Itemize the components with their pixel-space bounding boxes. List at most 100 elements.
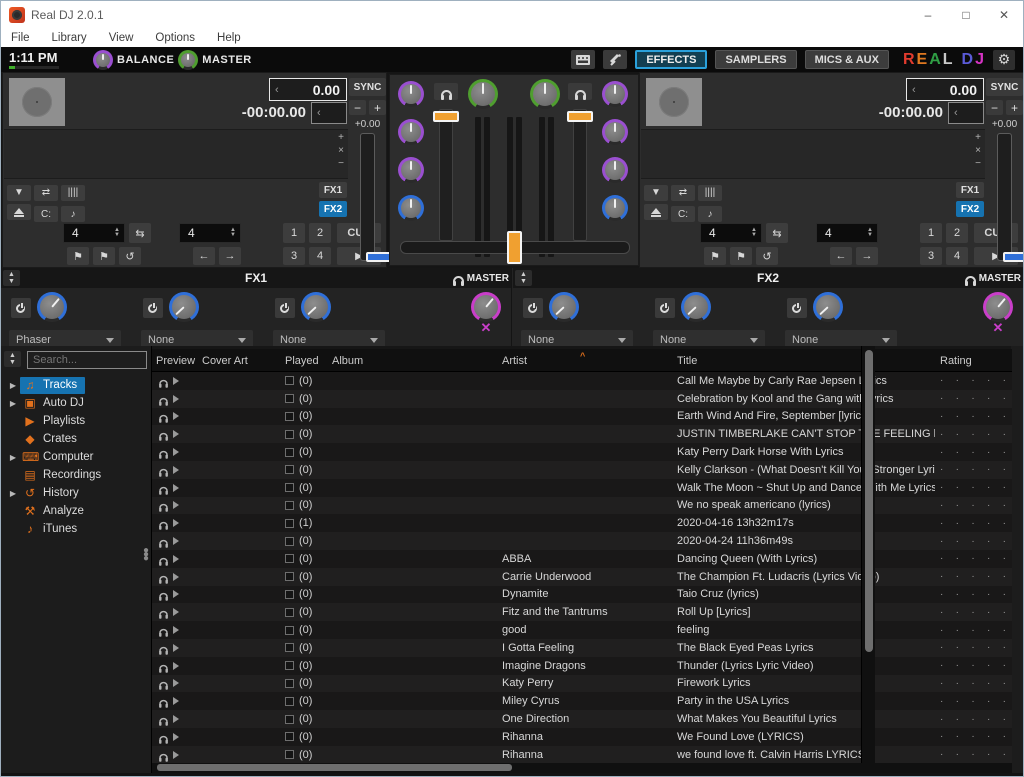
beatjump-forward-icon[interactable]: → xyxy=(219,247,241,265)
crossfader-handle[interactable] xyxy=(507,231,522,264)
rate-up-button[interactable]: + xyxy=(1006,100,1023,115)
deck1-cover-art[interactable] xyxy=(9,78,65,126)
loop-out-icon[interactable]: ⚑ xyxy=(93,247,115,265)
deck2-hotcue-4[interactable]: 4 xyxy=(946,247,968,265)
pitch-slider-handle[interactable] xyxy=(1003,252,1024,262)
deck1-waveform[interactable]: + × − xyxy=(4,129,348,179)
col-rating[interactable]: Rating xyxy=(940,349,972,372)
preview-headphone-icon[interactable] xyxy=(159,664,168,670)
sidebar-item[interactable]: ▶ ⚒ Analyze xyxy=(1,502,151,520)
fx1-slot1-meta-knob[interactable] xyxy=(37,292,67,322)
fx1-slot3-meta-knob[interactable] xyxy=(301,292,331,322)
loop-out-icon[interactable]: ⚑ xyxy=(730,247,752,265)
reloop-icon[interactable]: ↺ xyxy=(756,247,778,265)
rating-cell[interactable]: ····· xyxy=(940,675,1010,693)
deck1-bpm-display[interactable]: ‹ 0.00 xyxy=(269,78,347,101)
sidebar-item[interactable]: ▶ ▶ Playlists xyxy=(1,412,151,430)
rating-cell[interactable]: ····· xyxy=(940,461,1010,479)
preview-headphone-icon[interactable] xyxy=(159,647,168,653)
preview-play-icon[interactable] xyxy=(173,555,179,563)
minimize-button[interactable]: – xyxy=(909,1,947,29)
played-checkbox[interactable] xyxy=(285,448,294,457)
fx1-master-label[interactable]: MASTER xyxy=(467,273,509,284)
deck1-loop-size-spinner[interactable]: 4▲▼ xyxy=(63,223,125,243)
deck1-headphone-cue-button[interactable] xyxy=(434,83,458,100)
deck2-fx1-assign[interactable]: FX1 xyxy=(956,182,984,198)
rating-cell[interactable]: ····· xyxy=(940,728,1010,746)
table-row[interactable]: (0) Miley Cyrus Party in the USA Lyrics … xyxy=(152,692,1012,710)
deck1-hotcue-4[interactable]: 4 xyxy=(309,247,331,265)
played-checkbox[interactable] xyxy=(285,394,294,403)
zoom-in-button[interactable]: + xyxy=(338,132,344,144)
deck1-filter-knob[interactable] xyxy=(398,195,424,221)
preview-play-icon[interactable] xyxy=(173,484,179,492)
table-row[interactable]: (1) 2020-04-16 13h32m17s ····· xyxy=(152,514,1012,532)
preview-headphone-icon[interactable] xyxy=(159,629,168,635)
deck2-bpm-display[interactable]: ‹ 0.00 xyxy=(906,78,984,101)
sidebar-item[interactable]: ▶ ⌨ Computer xyxy=(1,448,151,466)
beatgrid-icon[interactable]: |||| xyxy=(61,185,85,201)
menu-library[interactable]: Library xyxy=(52,32,87,44)
search-input[interactable] xyxy=(27,351,147,369)
table-row[interactable]: (0) Rihanna We Found Love (LYRICS) ····· xyxy=(152,728,1012,746)
col-artist[interactable]: Artist xyxy=(502,349,527,372)
reloop-icon[interactable]: ↺ xyxy=(119,247,141,265)
played-checkbox[interactable] xyxy=(285,430,294,439)
deck2-volume-fader[interactable] xyxy=(573,109,587,241)
sidebar-item[interactable]: ▶ ▣ Auto DJ xyxy=(1,394,151,412)
deck2-headphone-cue-button[interactable] xyxy=(568,83,592,100)
deck1-eq-high-knob[interactable] xyxy=(398,81,424,107)
preview-play-icon[interactable] xyxy=(173,537,179,545)
menu-view[interactable]: View xyxy=(109,32,134,44)
expand-arrow-icon[interactable]: ▶ xyxy=(6,399,20,408)
deck1-volume-fader[interactable] xyxy=(439,109,453,241)
bpm-expand-icon[interactable]: ‹ xyxy=(912,84,916,96)
fx-mix-mode-icon[interactable]: ✕ xyxy=(469,322,503,334)
table-row[interactable]: (0) Katy Perry Firework Lyrics ····· xyxy=(152,675,1012,693)
played-checkbox[interactable] xyxy=(285,626,294,635)
rating-cell[interactable]: ····· xyxy=(940,408,1010,426)
table-row[interactable]: (0) ABBA Dancing Queen (With Lyrics) ···… xyxy=(152,550,1012,568)
rate-down-button[interactable]: − xyxy=(986,100,1003,115)
deck2-gain-knob[interactable] xyxy=(530,79,560,109)
fx2-slot3-meta-knob[interactable] xyxy=(813,292,843,322)
fx1-mix-knob[interactable]: ✕ xyxy=(469,292,503,334)
table-row[interactable]: (0) JUSTIN TIMBERLAKE CAN'T STOP THE FEE… xyxy=(152,425,1012,443)
sidebar-item[interactable]: ▶ ◆ Crates xyxy=(1,430,151,448)
rating-cell[interactable]: ····· xyxy=(940,443,1010,461)
played-checkbox[interactable] xyxy=(285,679,294,688)
menu-options[interactable]: Options xyxy=(155,32,195,44)
fx2-master-label[interactable]: MASTER xyxy=(979,273,1021,284)
power-icon[interactable] xyxy=(275,298,295,318)
table-row[interactable]: (0) Earth Wind And Fire, September [lyri… xyxy=(152,408,1012,426)
played-checkbox[interactable] xyxy=(285,376,294,385)
rating-cell[interactable]: ····· xyxy=(940,390,1010,408)
table-row[interactable]: (0) Rihanna we found love ft. Calvin Har… xyxy=(152,746,1012,763)
deck1-hotcue-2[interactable]: 2 xyxy=(309,223,331,243)
power-icon[interactable] xyxy=(143,298,163,318)
samplers-toggle[interactable]: SAMPLERS xyxy=(715,50,796,69)
passthrough-icon[interactable]: ▼ xyxy=(7,185,31,201)
preview-headphone-icon[interactable] xyxy=(159,558,168,564)
fx2-slot1-meta-knob[interactable] xyxy=(549,292,579,322)
table-row[interactable]: (0) Kelly Clarkson - (What Doesn't Kill … xyxy=(152,461,1012,479)
zoom-reset-button[interactable]: × xyxy=(975,145,981,157)
rating-cell[interactable]: ····· xyxy=(940,621,1010,639)
played-checkbox[interactable] xyxy=(285,465,294,474)
played-checkbox[interactable] xyxy=(285,519,294,528)
pane-splitter-handle[interactable]: ●●● xyxy=(143,549,149,561)
played-checkbox[interactable] xyxy=(285,483,294,492)
preview-play-icon[interactable] xyxy=(173,412,179,420)
played-checkbox[interactable] xyxy=(285,697,294,706)
expand-arrow-icon[interactable]: ▶ xyxy=(6,489,20,498)
table-row[interactable]: (0) Call Me Maybe by Carly Rae Jepsen Ly… xyxy=(152,372,1012,390)
table-row[interactable]: (0) Fitz and the Tantrums Roll Up [Lyric… xyxy=(152,603,1012,621)
preview-headphone-icon[interactable] xyxy=(159,753,168,759)
skin-icon[interactable] xyxy=(571,50,595,69)
passthrough-icon[interactable]: ▼ xyxy=(644,185,668,201)
loop-toggle-icon[interactable]: ⇆ xyxy=(129,223,151,243)
power-icon[interactable] xyxy=(787,298,807,318)
deck2-pitch-slider[interactable] xyxy=(997,133,1012,261)
sidebar-item[interactable]: ▶ ▤ Recordings xyxy=(1,466,151,484)
menu-help[interactable]: Help xyxy=(217,32,241,44)
